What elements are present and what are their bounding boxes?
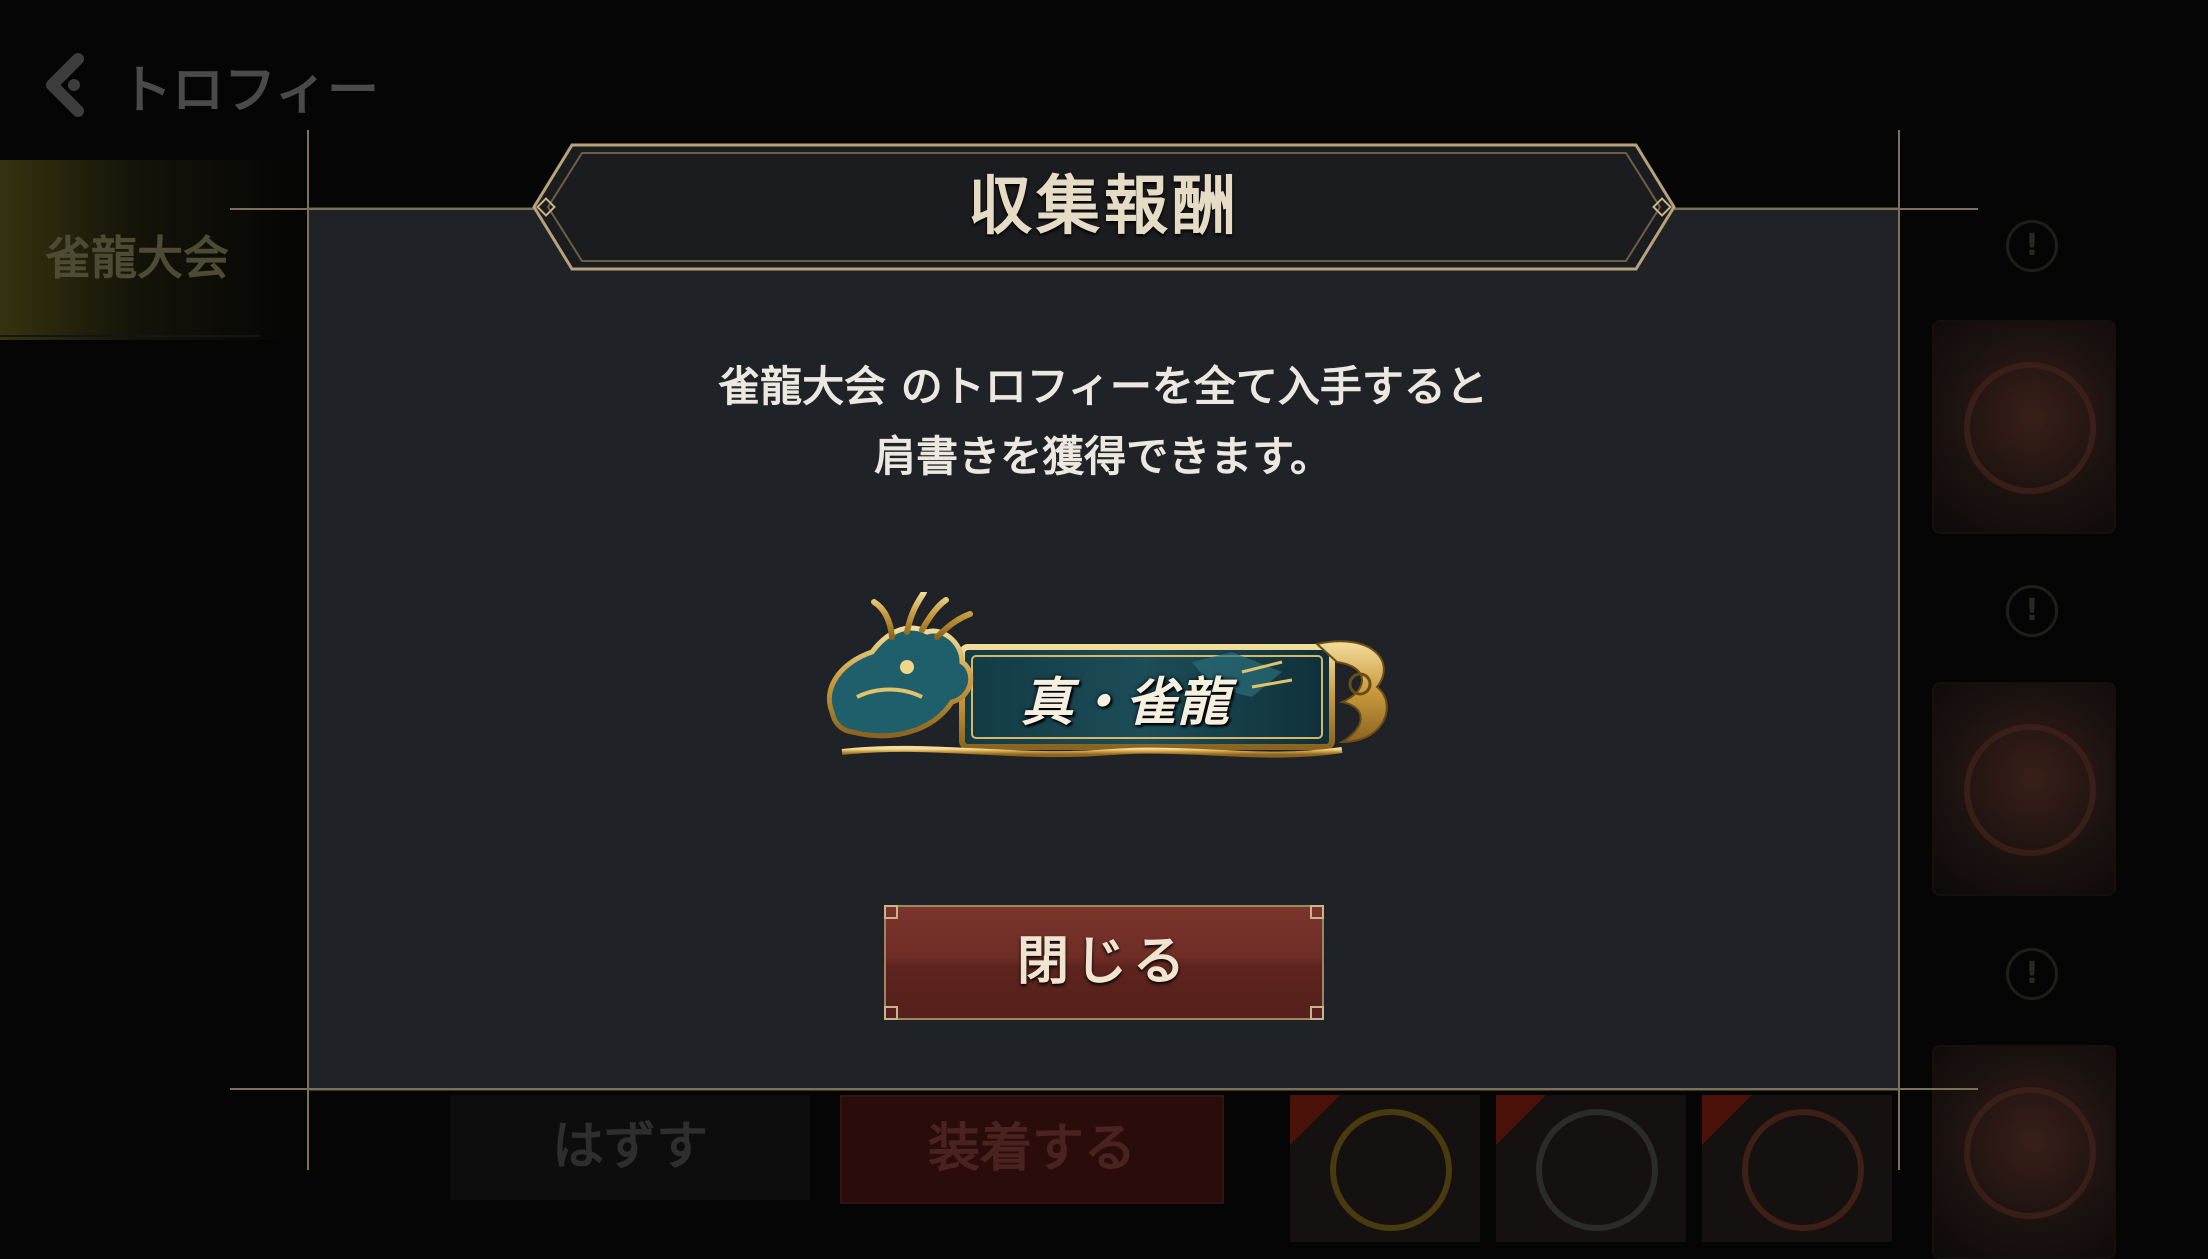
title-thumbnail[interactable]	[1290, 1095, 1480, 1242]
trophy-card[interactable]	[1932, 320, 2116, 534]
frame-line-bottom	[230, 1088, 1978, 1090]
thumbnail-corner-tag	[1496, 1095, 1546, 1145]
corner-ornament	[884, 905, 898, 919]
corner-ornament	[884, 1006, 898, 1020]
corner-ornament	[1310, 1006, 1324, 1020]
dialog-title-banner: 収集報酬	[532, 143, 1676, 271]
sidebar-divider	[0, 335, 260, 337]
silver-dragon-icon	[1536, 1109, 1658, 1231]
sidebar-item-label[interactable]: 雀龍大会	[45, 222, 229, 288]
header-title: トロフィー	[120, 60, 379, 121]
close-button-label: 閉じる	[1016, 931, 1191, 992]
gold-dragon-icon	[1330, 1109, 1452, 1231]
trophy-card[interactable]	[1932, 682, 2116, 896]
trophy-dragon-icon	[1964, 362, 2096, 494]
reward-title-text: 真・雀龍	[1020, 672, 1229, 733]
description-line: 雀龍大会 のトロフィーを全て入手すると	[718, 362, 1488, 411]
info-icon[interactable]: !	[2006, 585, 2058, 637]
title-thumbnail[interactable]	[1496, 1095, 1686, 1242]
close-button[interactable]: 閉じる	[884, 905, 1324, 1020]
title-thumbnail[interactable]	[1702, 1095, 1892, 1242]
frame-line-right	[1898, 130, 1900, 1170]
remove-button[interactable]: はずす	[450, 1095, 810, 1200]
thumbnail-corner-tag	[1702, 1095, 1752, 1145]
info-icon[interactable]: !	[2006, 220, 2058, 272]
dialog-title: 収集報酬	[968, 169, 1240, 244]
description-line: 肩書きを獲得できます。	[874, 432, 1332, 481]
bottom-action-bar: はずす 装着する	[450, 1095, 2200, 1242]
chevron-left-icon	[46, 53, 84, 117]
thumbnail-corner-tag	[1290, 1095, 1340, 1145]
trophy-phoenix-icon	[1964, 724, 2096, 856]
equip-button[interactable]: 装着する	[840, 1095, 1224, 1204]
corner-ornament	[1310, 905, 1324, 919]
back-button[interactable]: トロフィー	[38, 40, 379, 130]
frame-line-left	[307, 130, 309, 1170]
bronze-dragon-icon	[1742, 1109, 1864, 1231]
dialog-description: 雀龍大会 のトロフィーを全て入手すると 肩書きを獲得できます。	[308, 352, 1898, 492]
info-icon[interactable]: !	[2006, 948, 2058, 1000]
